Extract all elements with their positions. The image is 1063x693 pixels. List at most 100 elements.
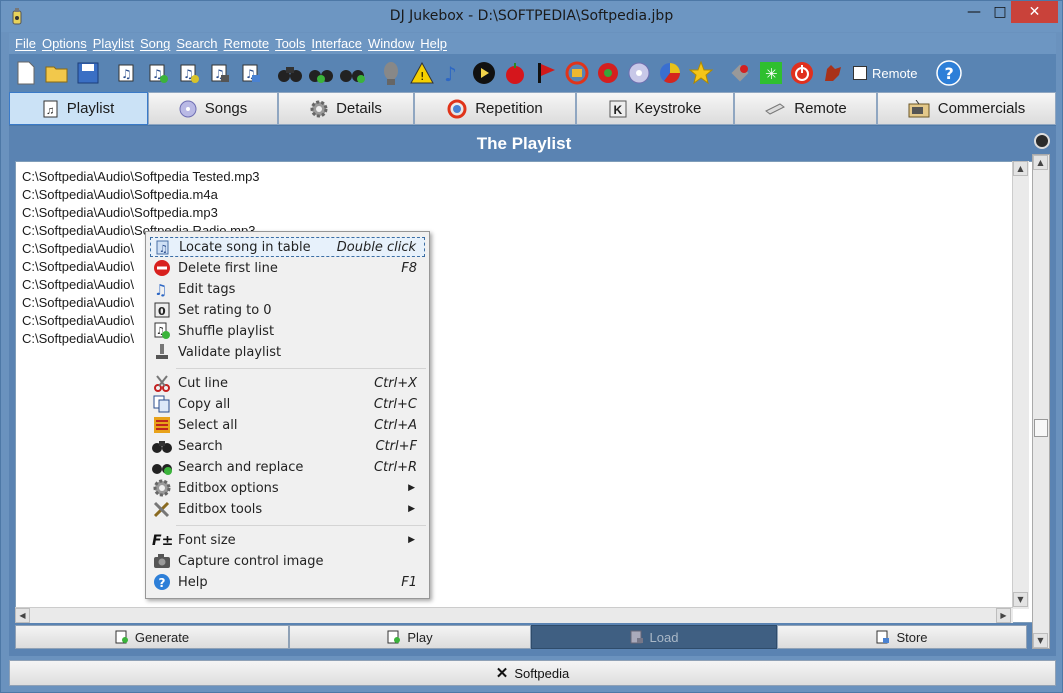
shuffle-icon: ♫ [152,322,172,340]
submenu-arrow-icon: ▶ [408,535,415,545]
load-button[interactable]: Load [531,625,777,649]
ctx-search-replace[interactable]: Search and replace Ctrl+R [150,457,425,477]
pie-chart-icon[interactable] [657,60,683,86]
remote-checkbox[interactable] [853,66,867,80]
sparkle-icon[interactable]: ✳ [758,60,784,86]
ctx-copy-all[interactable]: Copy all Ctrl+C [150,394,425,414]
ctx-set-rating[interactable]: 0 Set rating to 0 [150,300,425,320]
menu-file[interactable]: File [15,36,36,51]
ctx-editbox-options[interactable]: Editbox options ▶ [150,478,425,498]
svg-text:F±: F± [152,533,172,549]
repeat-icon[interactable] [564,60,590,86]
save-icon[interactable] [75,60,101,86]
ctx-font-size[interactable]: F± Font size ▶ [150,530,425,550]
tab-keystroke[interactable]: K Keystroke [576,92,734,125]
tab-label: Repetition [475,100,543,117]
close-button[interactable]: ✕ [1011,1,1058,23]
scroll-down-icon[interactable]: ▼ [1013,592,1028,607]
menu-options[interactable]: Options [42,36,87,51]
menu-interface[interactable]: Interface [311,36,362,51]
apple-icon[interactable] [502,60,528,86]
panel-title: The Playlist [476,134,572,153]
stop-icon[interactable] [595,60,621,86]
svg-text:0: 0 [158,305,166,318]
ctx-shuffle-playlist[interactable]: ♫ Shuffle playlist [150,321,425,341]
binoculars-next-icon[interactable] [308,60,334,86]
ctx-cut-line[interactable]: Cut line Ctrl+X [150,373,425,393]
scroll-up-icon[interactable]: ▲ [1013,161,1028,176]
tab-playlist[interactable]: ♫ Playlist [9,92,148,125]
playlist-line[interactable]: C:\Softpedia\Audio\ [22,241,134,256]
ctx-select-all[interactable]: Select all Ctrl+A [150,415,425,435]
play-flag-icon[interactable] [533,60,559,86]
validate-icon [152,343,172,361]
ctx-editbox-tools[interactable]: Editbox tools ▶ [150,499,425,519]
star-icon[interactable] [688,60,714,86]
disc-icon[interactable] [626,60,652,86]
playlist-line[interactable]: C:\Softpedia\Audio\Softpedia Tested.mp3 [22,169,260,184]
tv-icon [908,99,930,118]
menu-window[interactable]: Window [368,36,414,51]
playlist-line[interactable]: C:\Softpedia\Audio\ [22,331,134,346]
editbox-horizontal-scrollbar[interactable]: ◀ ▶ [15,607,1013,623]
scroll-left-icon[interactable]: ◀ [15,608,30,623]
tab-songs[interactable]: Songs [148,92,278,125]
ctx-help[interactable]: ? Help F1 [150,572,425,592]
tab-repetition[interactable]: Repetition [414,92,576,125]
tab-label: Playlist [66,100,115,117]
power-icon[interactable] [789,60,815,86]
tab-commercials[interactable]: Commercials [877,92,1056,125]
menu-song[interactable]: Song [140,36,170,51]
panel-vertical-scrollbar[interactable]: ▲ ▼ [1032,154,1050,649]
ctx-edit-tags[interactable]: ♫ Edit tags [150,279,425,299]
playlist-load-icon[interactable]: ♫ [207,60,233,86]
menu-help[interactable]: Help [420,36,447,51]
scroll-up-icon[interactable]: ▲ [1033,155,1048,170]
status-bar[interactable]: ✕ Softpedia [9,660,1056,686]
repeat-icon [447,99,467,119]
playlist-line[interactable]: C:\Softpedia\Audio\ [22,277,134,292]
editbox-vertical-scrollbar[interactable]: ▲ ▼ [1012,161,1029,609]
tab-remote[interactable]: Remote [734,92,877,125]
ctx-validate-playlist[interactable]: Validate playlist [150,342,425,362]
playlist-line[interactable]: C:\Softpedia\Audio\ [22,313,134,328]
menu-search[interactable]: Search [176,36,217,51]
gear-icon [310,100,328,118]
playlist-line[interactable]: C:\Softpedia\Audio\ [22,295,134,310]
binoculars-icon[interactable] [277,60,303,86]
binoculars-replace-icon[interactable] [339,60,365,86]
menu-tools[interactable]: Tools [275,36,305,51]
open-folder-icon[interactable] [44,60,70,86]
tab-details[interactable]: Details [278,92,414,125]
playlist-add-icon[interactable]: ♫ [145,60,171,86]
playlist-edit-icon[interactable]: ♫ [176,60,202,86]
vinyl-icon[interactable] [471,60,497,86]
ctx-delete-first-line[interactable]: Delete first line F8 [150,258,425,278]
menu-playlist[interactable]: Playlist [93,36,134,51]
tab-label: Commercials [937,100,1026,117]
help-icon[interactable]: ? [935,60,962,86]
playlist-line[interactable]: C:\Softpedia\Audio\Softpedia.m4a [22,187,218,202]
music-note-icon[interactable]: ♪ [440,60,466,86]
scroll-down-icon[interactable]: ▼ [1033,633,1048,648]
rooster-icon[interactable] [820,60,846,86]
music-note-icon: ♫ [43,100,59,118]
generate-button[interactable]: Generate [15,625,289,649]
plug-icon[interactable] [727,60,753,86]
warning-icon[interactable]: ! [409,60,435,86]
panel-options-icon[interactable] [1034,133,1050,149]
ctx-search[interactable]: Search Ctrl+F [150,436,425,456]
new-file-icon[interactable] [13,60,39,86]
playlist-line[interactable]: C:\Softpedia\Audio\Softpedia.mp3 [22,205,218,220]
playlist-store-icon[interactable]: ♫ [238,60,264,86]
playlist-tool-icon[interactable]: ♫ [114,60,140,86]
store-button[interactable]: Store [777,625,1027,649]
menu-remote[interactable]: Remote [224,36,270,51]
head-icon[interactable] [378,60,404,86]
playlist-line[interactable]: C:\Softpedia\Audio\ [22,259,134,274]
ctx-locate-song[interactable]: ♫ Locate song in table Double click [150,237,425,257]
play-button[interactable]: Play [289,625,531,649]
scrollbar-thumb[interactable] [1034,419,1048,437]
scroll-right-icon[interactable]: ▶ [996,608,1011,623]
ctx-capture-image[interactable]: Capture control image [150,551,425,571]
